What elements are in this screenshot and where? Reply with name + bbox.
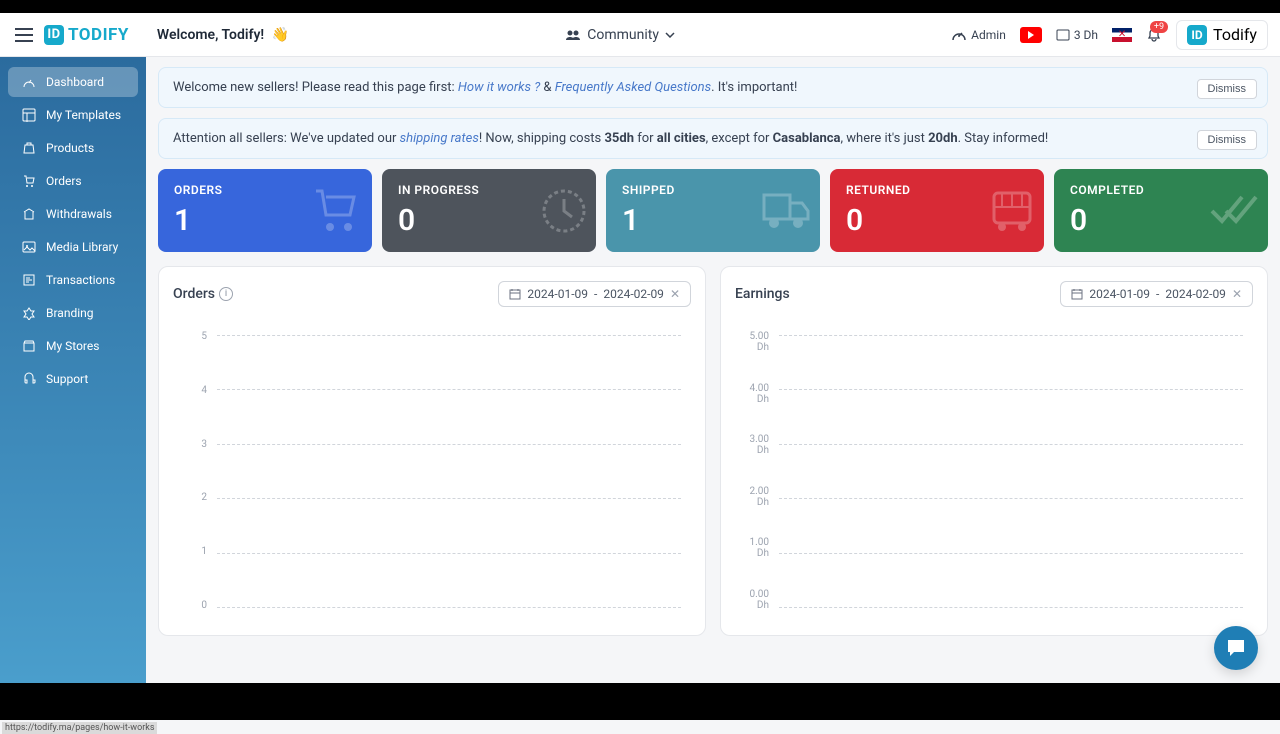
earnings-chart-card: Earnings 2024-01-09 - 2024-02-09 ✕ 5.00 … [720,266,1268,636]
date-range-picker[interactable]: 2024-01-09 - 2024-02-09 ✕ [1060,281,1253,307]
main-content: Welcome new sellers! Please read this pa… [146,57,1280,683]
sidebar: Dashboard My Templates Products Orders W… [0,57,146,683]
brand-name: TODIFY [68,25,129,45]
community-label: Community [587,27,659,43]
header: ID TODIFY Welcome, Todify! 👋 Community A… [0,13,1280,57]
how-it-works-link[interactable]: How it works ? [458,80,540,95]
sidebar-item-label: Withdrawals [46,207,112,221]
play-icon [1027,31,1035,39]
welcome-alert: Welcome new sellers! Please read this pa… [158,67,1268,108]
stat-returned[interactable]: RETURNED 0 [830,169,1044,252]
chat-icon [1225,637,1247,659]
youtube-link[interactable] [1020,27,1042,43]
support-icon [22,372,36,386]
stat-progress[interactable]: IN PROGRESS 0 [382,169,596,252]
orders-icon [22,174,36,188]
products-icon [22,141,36,155]
clear-date-icon[interactable]: ✕ [670,287,680,301]
transactions-icon [22,273,36,287]
sidebar-item-label: Dashboard [46,75,104,89]
hamburger-icon [15,28,33,42]
sidebar-item-label: My Stores [46,339,99,353]
branding-icon [22,306,36,320]
stats-row: ORDERS 1 IN PROGRESS 0 SHIPPED 1 RETURNE… [158,169,1268,252]
clear-date-icon[interactable]: ✕ [1232,287,1242,301]
wave-icon: 👋 [272,27,289,43]
earnings-chart: 5.00 Dh 4.00 Dh 3.00 Dh 2.00 Dh 1.00 Dh … [735,331,1253,621]
balance-display[interactable]: 3 Dh [1056,28,1098,42]
sidebar-item-stores[interactable]: My Stores [8,331,138,361]
sidebar-item-label: Media Library [46,240,118,254]
sidebar-item-dashboard[interactable]: Dashboard [8,67,138,97]
gauge-icon [951,28,967,42]
orders-chart-card: Orders i 2024-01-09 - 2024-02-09 ✕ 5 4 [158,266,706,636]
stat-completed[interactable]: COMPLETED 0 [1054,169,1268,252]
sidebar-item-support[interactable]: Support [8,364,138,394]
top-black-bar [0,0,1280,13]
wallet-icon [1056,29,1070,41]
dismiss-button[interactable]: Dismiss [1197,79,1258,99]
sidebar-item-withdrawals[interactable]: Withdrawals [8,199,138,229]
group-icon [565,29,581,41]
sidebar-item-orders[interactable]: Orders [8,166,138,196]
chat-button[interactable] [1214,626,1258,670]
stores-icon [22,339,36,353]
balance-value: 3 Dh [1074,28,1098,42]
calendar-icon [1071,288,1083,300]
sidebar-item-templates[interactable]: My Templates [8,100,138,130]
shipping-alert: Attention all sellers: We've updated our… [158,118,1268,159]
notifications-button[interactable]: +9 [1146,27,1162,43]
double-check-icon [1208,193,1260,229]
shipping-rates-link[interactable]: shipping rates [400,131,479,146]
stat-shipped[interactable]: SHIPPED 1 [606,169,820,252]
sidebar-item-media[interactable]: Media Library [8,232,138,262]
avatar-icon: ID [1187,25,1207,45]
clock-icon [540,187,588,235]
truck-icon [760,191,812,231]
card-title: Orders i [173,286,233,302]
dashboard-icon [22,75,36,89]
chevron-down-icon [665,32,675,38]
date-range-picker[interactable]: 2024-01-09 - 2024-02-09 ✕ [498,281,691,307]
sidebar-item-transactions[interactable]: Transactions [8,265,138,295]
faq-link[interactable]: Frequently Asked Questions [555,80,711,95]
sidebar-item-label: Transactions [46,273,115,287]
notification-badge: +9 [1150,21,1168,33]
language-flag[interactable] [1112,28,1132,42]
stat-orders[interactable]: ORDERS 1 [158,169,372,252]
status-hover-url: https://todify.ma/pages/how-it-works [2,722,157,734]
bus-icon [988,187,1036,235]
info-icon[interactable]: i [219,287,233,301]
sidebar-item-label: Products [46,141,94,155]
brand-logo[interactable]: ID TODIFY [44,25,129,45]
calendar-icon [509,288,521,300]
withdrawals-icon [22,207,36,221]
bottom-black-bar [0,683,1280,720]
sidebar-item-products[interactable]: Products [8,133,138,163]
media-icon [22,240,36,254]
sidebar-item-branding[interactable]: Branding [8,298,138,328]
sidebar-item-label: My Templates [46,108,121,122]
admin-label: Admin [971,28,1006,42]
cart-icon [308,183,364,239]
user-menu[interactable]: ID Todify [1176,20,1268,50]
card-title: Earnings [735,286,790,302]
orders-chart: 5 4 3 2 1 0 [173,331,691,621]
admin-link[interactable]: Admin [951,28,1006,42]
templates-icon [22,108,36,122]
sidebar-item-label: Branding [46,306,94,320]
logo-mark-icon: ID [44,25,64,45]
dismiss-button[interactable]: Dismiss [1197,130,1258,150]
community-dropdown[interactable]: Community [565,27,675,43]
user-name: Todify [1213,25,1257,44]
welcome-text: Welcome, Todify! 👋 [157,27,289,43]
menu-toggle-button[interactable] [12,23,36,47]
sidebar-item-label: Orders [46,174,82,188]
sidebar-item-label: Support [46,372,88,386]
